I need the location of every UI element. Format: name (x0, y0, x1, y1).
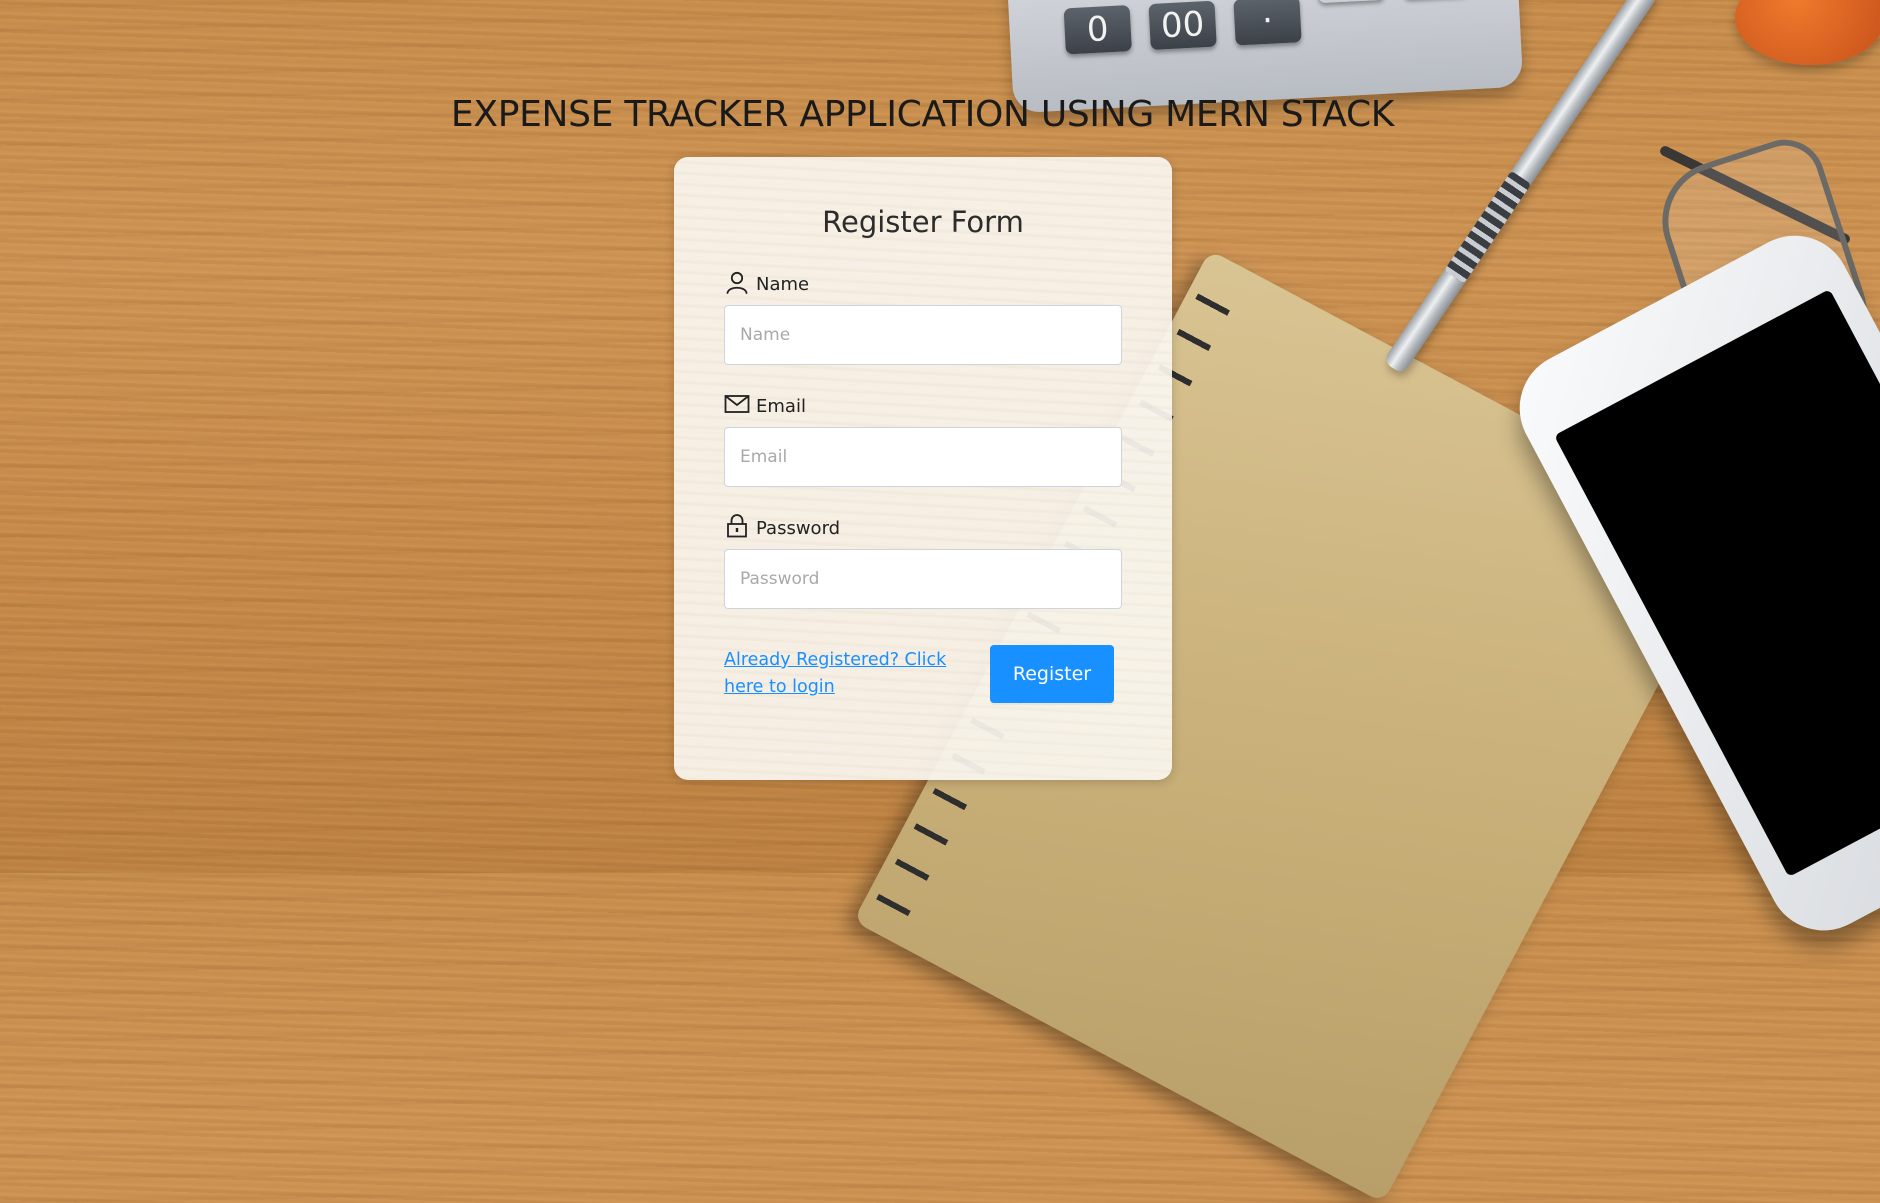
lock-icon (724, 513, 750, 539)
name-field-group: Name (724, 269, 1122, 365)
page-title: EXPENSE TRACKER APPLICATION USING MERN S… (450, 94, 1395, 135)
calculator-key: 0 (1063, 5, 1132, 55)
password-field-group: Password (724, 513, 1122, 609)
password-input[interactable] (724, 549, 1122, 609)
calculator-key: 00 (1148, 0, 1217, 50)
user-icon (724, 269, 750, 295)
email-input[interactable] (724, 427, 1122, 487)
email-label-row: Email (724, 391, 1122, 417)
form-actions: Already Registered? Click here to login … (724, 645, 1122, 703)
register-button[interactable]: Register (990, 645, 1114, 703)
name-label-row: Name (724, 269, 1122, 295)
name-label: Name (756, 274, 810, 295)
calculator-key (1317, 0, 1385, 4)
form-title: Register Form (822, 205, 1024, 239)
login-link[interactable]: Already Registered? Click here to login (724, 647, 984, 701)
orange-cup-decoration (1735, 0, 1880, 65)
password-label: Password (756, 518, 841, 539)
calculator-key: · (1233, 0, 1302, 46)
email-field-group: Email (724, 391, 1122, 487)
register-card: Register Form Name Email (674, 157, 1172, 780)
email-label: Email (756, 396, 806, 417)
mail-icon (724, 391, 750, 417)
pen-grip (1444, 170, 1532, 284)
name-input[interactable] (724, 305, 1122, 365)
password-label-row: Password (724, 513, 1122, 539)
